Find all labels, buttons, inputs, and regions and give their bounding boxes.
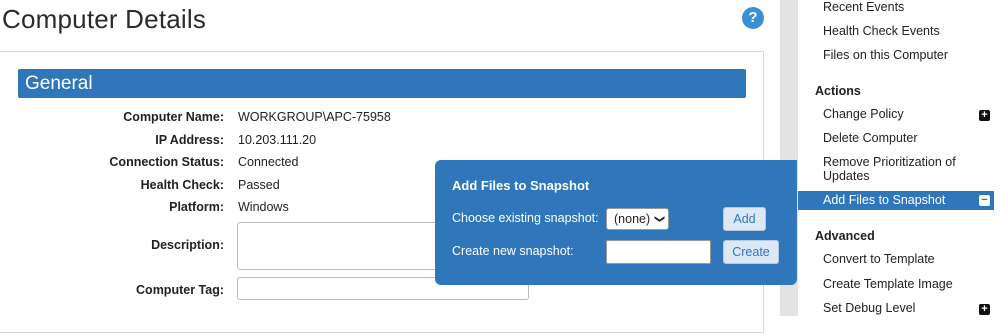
general-section-header: General bbox=[18, 69, 746, 98]
existing-snapshot-label: Choose existing snapshot: bbox=[452, 211, 599, 225]
platform-label: Platform: bbox=[169, 200, 224, 214]
minus-icon[interactable]: − bbox=[979, 195, 990, 206]
health-check-value: Passed bbox=[238, 178, 280, 192]
plus-icon[interactable]: + bbox=[979, 110, 990, 121]
sidebar-item-files-on-computer[interactable]: Files on this Computer bbox=[823, 48, 993, 62]
chevron-down-icon: ❯ bbox=[653, 214, 665, 224]
connection-status-label: Connection Status: bbox=[109, 155, 224, 169]
sidebar-item-create-template-image[interactable]: Create Template Image bbox=[823, 277, 993, 291]
connection-status-value: Connected bbox=[238, 155, 299, 169]
add-button[interactable]: Add bbox=[723, 207, 766, 231]
sidebar-heading-actions: Actions bbox=[815, 84, 861, 98]
sidebar-item-convert-to-template[interactable]: Convert to Template bbox=[823, 252, 993, 266]
plus-icon[interactable]: + bbox=[979, 304, 990, 315]
page-title: Computer Details bbox=[2, 4, 207, 34]
computer-name-value: WORKGROUP\APC-75958 bbox=[238, 110, 391, 124]
sidebar: Recent Events Health Check Events Files … bbox=[798, 0, 1000, 316]
popup-title: Add Files to Snapshot bbox=[452, 178, 590, 193]
computer-tag-label: Computer Tag: bbox=[136, 283, 224, 297]
sidebar-item-delete-computer[interactable]: Delete Computer bbox=[823, 131, 993, 145]
sidebar-heading-advanced: Advanced bbox=[815, 229, 875, 243]
new-snapshot-input[interactable] bbox=[606, 240, 711, 264]
sidebar-item-remove-prioritization[interactable]: Remove Prioritization of Updates bbox=[823, 155, 993, 183]
add-files-to-snapshot-popup: Add Files to Snapshot Choose existing sn… bbox=[435, 160, 797, 285]
help-icon[interactable]: ? bbox=[742, 7, 764, 29]
description-label: Description: bbox=[151, 238, 224, 252]
new-snapshot-label: Create new snapshot: bbox=[452, 244, 574, 258]
create-button[interactable]: Create bbox=[723, 240, 779, 264]
sidebar-item-set-debug-level[interactable]: Set Debug Level bbox=[823, 301, 993, 315]
computer-name-label: Computer Name: bbox=[123, 110, 224, 124]
sidebar-item-change-policy[interactable]: Change Policy bbox=[823, 107, 993, 121]
ip-address-value: 10.203.111.20 bbox=[238, 133, 317, 147]
sidebar-item-add-files-to-snapshot[interactable]: Add Files to Snapshot bbox=[798, 191, 994, 210]
health-check-label: Health Check: bbox=[140, 178, 224, 192]
sidebar-item-health-check-events[interactable]: Health Check Events bbox=[823, 24, 993, 38]
ip-address-label: IP Address: bbox=[155, 133, 224, 147]
sidebar-item-recent-events[interactable]: Recent Events bbox=[823, 0, 993, 14]
platform-value: Windows bbox=[238, 200, 289, 214]
existing-snapshot-value: (none) bbox=[614, 212, 651, 226]
existing-snapshot-select[interactable]: (none) ❯ bbox=[606, 208, 669, 230]
